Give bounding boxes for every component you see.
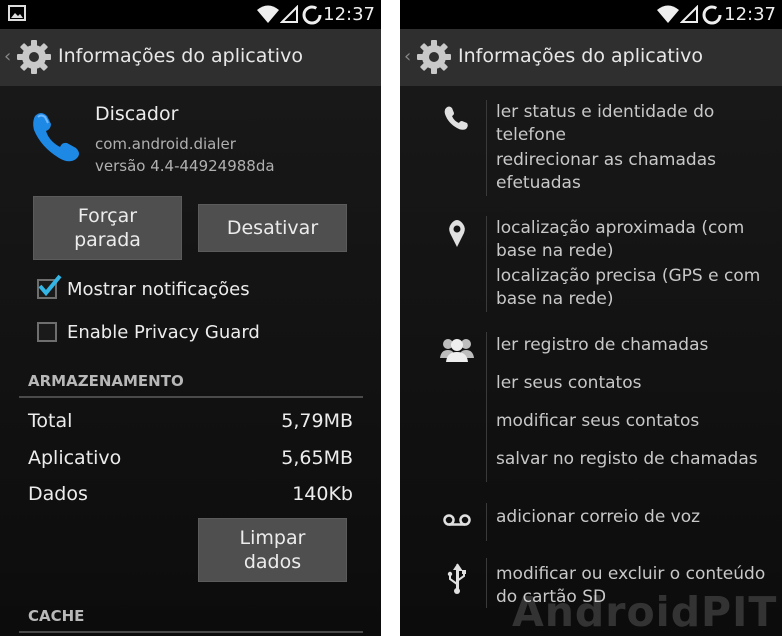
permission-divider xyxy=(486,332,487,482)
no-signal-icon xyxy=(280,5,298,23)
clear-data-label: Limpar dados xyxy=(239,527,306,573)
clock: 12:37 xyxy=(323,4,375,25)
permission-item: localização precisa (GPS e com base na r… xyxy=(496,266,761,309)
action-bar-title: Informações do aplicativo xyxy=(58,45,303,67)
app-info-screen-right: 12:37 ‹ Informações do aplicativo xyxy=(400,0,782,636)
permission-item: ler status e identidade do telefone xyxy=(496,102,715,145)
wifi-icon xyxy=(657,5,679,23)
permission-divider xyxy=(486,100,487,196)
checkmark-icon xyxy=(38,274,62,297)
permission-item: redirecionar as chamadas efetuadas xyxy=(496,150,716,193)
clear-data-button[interactable]: Limpar dados xyxy=(198,518,347,582)
disable-label: Desativar xyxy=(226,217,319,239)
permission-item: localização aproximada (com base na rede… xyxy=(496,218,745,261)
status-bar: 12:37 xyxy=(400,0,782,29)
permission-item: ler registro de chamadas xyxy=(496,335,709,355)
app-package: com.android.dialer xyxy=(95,135,236,153)
usb-icon xyxy=(447,563,466,594)
permission-divider xyxy=(486,558,487,608)
storage-divider xyxy=(19,396,363,398)
permission-item: ler seus contatos xyxy=(496,373,642,393)
storage-heading: ARMAZENAMENTO xyxy=(28,372,184,390)
gallery-notification-icon xyxy=(8,5,26,21)
up-caret-icon[interactable]: ‹ xyxy=(4,46,11,67)
action-bar[interactable]: ‹ Informações do aplicativo xyxy=(0,29,381,86)
storage-data-label: Dados xyxy=(28,483,88,505)
action-bar[interactable]: ‹ Informações do aplicativo xyxy=(400,29,782,86)
dialer-app-icon xyxy=(33,113,79,162)
storage-app-label: Aplicativo xyxy=(28,447,122,469)
app-name: Discador xyxy=(95,103,179,125)
voicemail-icon xyxy=(443,514,471,526)
cache-divider xyxy=(19,631,363,633)
privacy-guard-checkbox[interactable] xyxy=(37,322,57,342)
up-caret-icon[interactable]: ‹ xyxy=(404,46,411,67)
permission-divider xyxy=(486,216,487,312)
privacy-guard-label: Enable Privacy Guard xyxy=(67,322,260,343)
settings-gear-icon[interactable] xyxy=(416,39,452,75)
storage-data-value: 140Kb xyxy=(292,483,353,505)
permission-item: salvar no registo de chamadas xyxy=(496,449,758,469)
action-bar-title: Informações do aplicativo xyxy=(458,45,703,67)
cache-heading: CACHE xyxy=(28,607,85,625)
storage-total-value: 5,79MB xyxy=(281,410,353,432)
force-stop-button[interactable]: Forçar parada xyxy=(33,196,182,260)
settings-gear-icon[interactable] xyxy=(16,39,52,75)
phone-icon xyxy=(444,106,468,130)
no-signal-icon xyxy=(680,5,698,23)
disable-button[interactable]: Desativar xyxy=(198,204,347,252)
permission-divider xyxy=(486,503,487,541)
storage-app-value: 5,65MB xyxy=(281,447,353,469)
location-pin-icon xyxy=(449,220,465,247)
force-stop-label: Forçar parada xyxy=(74,205,141,251)
permission-item: adicionar correio de voz xyxy=(496,507,701,527)
watermark-logo: AndroidPIT xyxy=(512,588,778,636)
permission-item: modificar seus contatos xyxy=(496,411,700,431)
battery-charging-icon xyxy=(702,5,722,25)
status-bar: 12:37 xyxy=(0,0,381,29)
app-info-screen-left: 12:37 ‹ Informações do aplicativo Discad… xyxy=(0,0,381,636)
show-notifications-label: Mostrar notificações xyxy=(67,279,250,300)
clock: 12:37 xyxy=(724,4,776,25)
app-version: versão 4.4-44924988da xyxy=(95,157,275,175)
battery-charging-icon xyxy=(302,5,322,25)
people-icon xyxy=(440,339,474,362)
wifi-icon xyxy=(257,5,279,23)
storage-total-label: Total xyxy=(28,410,73,432)
